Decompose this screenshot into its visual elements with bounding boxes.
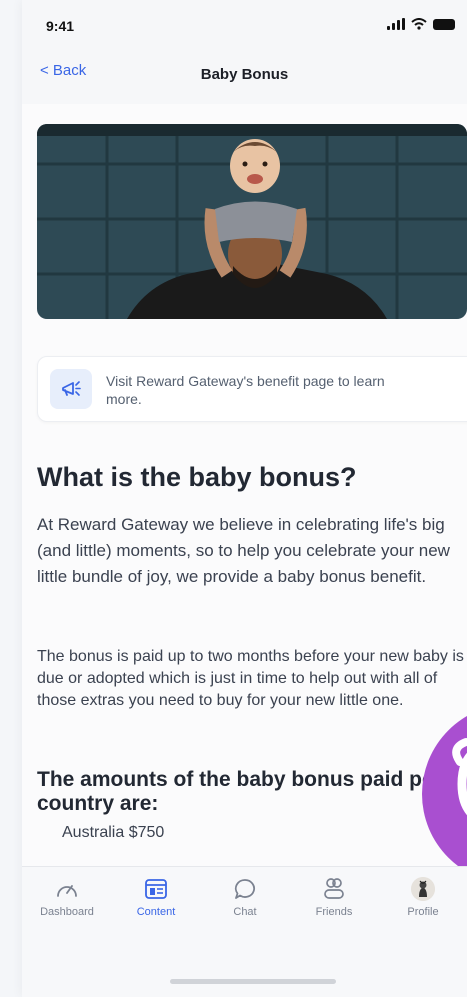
payment-paragraph: The bonus is paid up to two months befor… bbox=[37, 648, 464, 709]
tab-label: Dashboard bbox=[40, 906, 94, 918]
nav-bar: < Back Baby Bonus bbox=[22, 50, 467, 104]
tab-label: Content bbox=[136, 906, 176, 918]
benefit-link-text: Visit Reward Gateway's benefit page to l… bbox=[106, 373, 385, 407]
megaphone-icon bbox=[50, 369, 92, 409]
signal-icon bbox=[387, 18, 405, 30]
assistant-face-icon bbox=[452, 738, 467, 816]
battery-icon bbox=[433, 18, 455, 30]
status-icons bbox=[387, 18, 455, 30]
section-heading: What is the baby bonus? bbox=[37, 462, 357, 492]
gauge-icon bbox=[27, 875, 107, 903]
tab-chat[interactable]: Chat bbox=[205, 875, 285, 918]
benefit-link-card[interactable]: Visit Reward Gateway's benefit page to l… bbox=[37, 356, 467, 422]
chat-bubble-icon bbox=[205, 875, 285, 903]
tab-label: Profile bbox=[407, 906, 439, 918]
content-scroll-area[interactable]: Visit Reward Gateway's benefit page to l… bbox=[22, 104, 467, 866]
amount-list-item: Australia $750 bbox=[62, 824, 165, 841]
tab-dashboard[interactable]: Dashboard bbox=[27, 875, 107, 918]
tab-label: Friends bbox=[315, 906, 353, 918]
tab-content[interactable]: Content bbox=[116, 875, 196, 918]
friends-icon bbox=[294, 875, 374, 903]
hero-image bbox=[37, 124, 467, 319]
status-bar: 9:41 bbox=[22, 0, 467, 50]
content-icon bbox=[116, 875, 196, 903]
tab-friends[interactable]: Friends bbox=[294, 875, 374, 918]
tab-label: Chat bbox=[233, 906, 257, 918]
wifi-icon bbox=[411, 18, 427, 30]
tab-bar: Dashboard Content Chat Friends Profile bbox=[22, 866, 467, 997]
status-time: 9:41 bbox=[46, 18, 75, 34]
tab-profile[interactable]: Profile bbox=[383, 875, 463, 918]
assistant-button[interactable] bbox=[422, 704, 467, 866]
phone-screen: 9:41 < Back Baby Bonus Visit Reward Gate… bbox=[22, 0, 467, 997]
home-indicator bbox=[170, 979, 336, 984]
profile-avatar bbox=[411, 877, 435, 901]
intro-paragraph: At Reward Gateway we believe in celebrat… bbox=[37, 515, 450, 586]
page-title: Baby Bonus bbox=[200, 66, 289, 83]
amounts-heading: The amounts of the baby bonus paid per c… bbox=[37, 768, 442, 815]
